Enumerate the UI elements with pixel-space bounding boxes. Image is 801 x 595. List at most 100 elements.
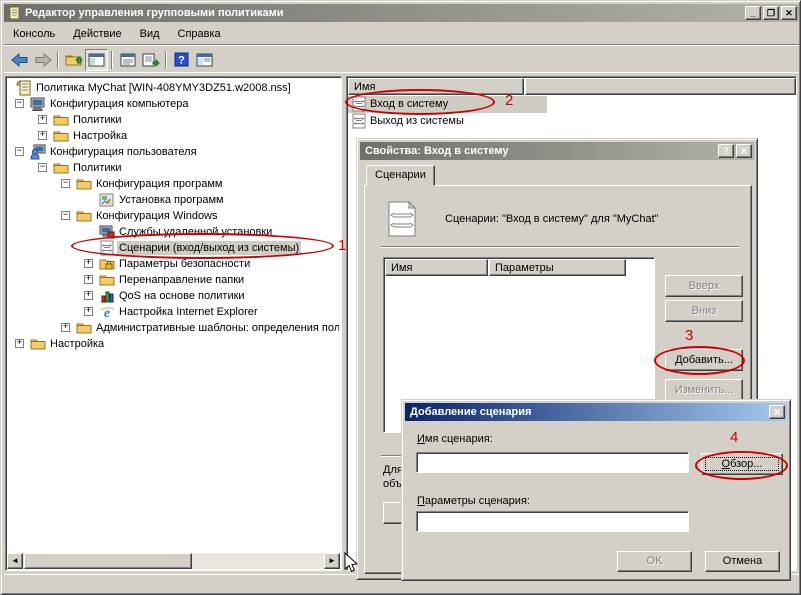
export-list-button[interactable] (139, 49, 162, 71)
properties-dialog-titlebar[interactable]: Свойства: Вход в систему ? ✕ (360, 142, 754, 160)
add-dialog-close-button[interactable]: ✕ (769, 405, 785, 419)
collapse-icon[interactable]: − (38, 163, 47, 172)
toolbar-separator (57, 51, 59, 69)
ok-button[interactable]: OK (617, 551, 692, 572)
help-icon: ? (174, 52, 189, 67)
tree-item[interactable]: Установка программ (8, 192, 339, 208)
tree-item[interactable]: +eНастройка Internet Explorer (8, 304, 339, 320)
tree-item[interactable]: Политика MyChat [WIN-408YMY3DZ51.w2008.n… (8, 80, 339, 96)
scroll-right-button[interactable]: ► (324, 553, 340, 569)
expand-icon[interactable]: + (38, 115, 47, 124)
tree-item-label[interactable]: Параметры безопасности (117, 257, 252, 271)
qos-icon (99, 288, 115, 304)
list-item-label[interactable]: Выход из системы (370, 115, 464, 127)
tree-item-label[interactable]: Настройка Internet Explorer (117, 305, 260, 319)
properties-close-button[interactable]: ✕ (736, 144, 752, 158)
tree-item[interactable]: + QoS на основе политики (8, 288, 339, 304)
tree-item-label[interactable]: Конфигурация компьютера (48, 97, 190, 111)
tab-scripts[interactable]: Сценарии (366, 165, 435, 186)
collapse-icon[interactable]: − (61, 179, 70, 188)
list-item[interactable]: Вход в систему (348, 96, 548, 113)
tree-item-label[interactable]: Службы удаленной установки (117, 225, 274, 239)
menu-help[interactable]: Справка (169, 25, 230, 43)
tree-item[interactable]: − Политики (8, 160, 339, 176)
cancel-button[interactable]: Отмена (705, 551, 780, 572)
tree-horizontal-scrollbar[interactable]: ◄ ► (7, 553, 340, 569)
tree-item[interactable]: + Административные шаблоны: определения п… (8, 320, 339, 336)
expand-icon[interactable]: + (84, 275, 93, 284)
group-policy-editor-window: Редактор управления групповыми политикам… (0, 0, 801, 595)
minimize-button[interactable]: _ (745, 6, 761, 20)
tree-item[interactable]: − Конфигурация компьютера (8, 96, 339, 112)
up-button[interactable]: Вверх (665, 275, 743, 297)
tree-item[interactable]: Службы удаленной установки (8, 224, 339, 240)
tree-item-label[interactable]: Перенаправление папки (117, 273, 246, 287)
collapse-icon[interactable]: − (15, 99, 24, 108)
collapse-icon[interactable]: − (15, 147, 24, 156)
window-titlebar[interactable]: Редактор управления групповыми политикам… (4, 4, 799, 22)
computer-config-icon (30, 96, 46, 112)
close-button[interactable]: ✕ (781, 6, 797, 20)
list-item[interactable]: Выход из системы (348, 113, 548, 130)
properties-icon (120, 53, 136, 67)
script-params-input[interactable] (416, 511, 689, 532)
tree-item[interactable]: + Политики (8, 112, 339, 128)
window-title: Редактор управления групповыми политикам… (25, 7, 283, 19)
tree-item-label[interactable]: Настройка (48, 337, 106, 351)
tree-item-label[interactable]: Политики (71, 161, 124, 175)
show-hide-tree-button[interactable] (193, 49, 216, 71)
tree-item-label[interactable]: QoS на основе политики (117, 289, 247, 303)
column-header-blank[interactable] (525, 78, 796, 95)
tree-item-label[interactable]: Конфигурация программ (94, 177, 224, 191)
expand-icon[interactable]: + (84, 291, 93, 300)
tree-item[interactable]: − Конфигурация Windows (8, 208, 339, 224)
tree-item[interactable]: + Параметры безопасности (8, 256, 339, 272)
menu-view[interactable]: Вид (131, 25, 169, 43)
tree-item-label[interactable]: Политика MyChat [WIN-408YMY3DZ51.w2008.n… (34, 81, 293, 95)
edit-button[interactable]: Изменить... (665, 379, 743, 401)
browse-button[interactable]: Обзор... (701, 453, 783, 475)
forward-button[interactable] (31, 49, 54, 71)
properties-button[interactable] (116, 49, 139, 71)
tree-item-label[interactable]: Административные шаблоны: определения по… (94, 321, 339, 335)
expand-icon[interactable]: + (84, 259, 93, 268)
tree-item[interactable]: Сценарии (вход/выход из системы) (8, 240, 339, 256)
scrollbar-thumb[interactable] (24, 553, 192, 569)
tree-item-label[interactable]: Сценарии (вход/выход из системы) (117, 241, 301, 255)
context-help-button[interactable]: ? (718, 144, 734, 158)
tree-item-label[interactable]: Конфигурация пользователя (48, 145, 199, 159)
tree-item-label[interactable]: Конфигурация Windows (94, 209, 220, 223)
tree-item[interactable]: − Конфигурация пользователя (8, 144, 339, 160)
scripts-column-name[interactable]: Имя (385, 259, 488, 276)
collapse-icon[interactable]: − (61, 211, 70, 220)
tree-item[interactable]: + Настройка (8, 128, 339, 144)
tree-item-label[interactable]: Политики (71, 113, 124, 127)
menu-action[interactable]: Действие (64, 25, 130, 43)
scripts-column-params[interactable]: Параметры (489, 259, 626, 276)
expand-icon[interactable]: + (84, 307, 93, 316)
list-item-label[interactable]: Вход в систему (370, 98, 448, 110)
software-install-icon (99, 192, 115, 208)
tree-item-label[interactable]: Установка программ (117, 193, 226, 207)
expand-icon[interactable]: + (38, 131, 47, 140)
expand-icon[interactable]: + (15, 339, 24, 348)
tree-item[interactable]: − Конфигурация программ (8, 176, 339, 192)
add-button[interactable]: Добавить... (665, 349, 743, 371)
tree-item-label[interactable]: Настройка (71, 129, 129, 143)
expand-icon[interactable]: + (61, 323, 70, 332)
scroll-left-button[interactable]: ◄ (7, 553, 23, 569)
script-name-input[interactable] (416, 452, 689, 473)
back-button[interactable] (8, 49, 31, 71)
tree-item[interactable]: + Настройка (8, 336, 339, 352)
menu-console[interactable]: Консоль (4, 25, 64, 43)
help-button[interactable]: ? (170, 49, 193, 71)
console-tree-button[interactable] (85, 49, 108, 71)
tree-item[interactable]: + Перенаправление папки (8, 272, 339, 288)
folder-icon (76, 320, 92, 336)
maximize-button[interactable]: ❐ (763, 6, 779, 20)
separator (381, 246, 739, 248)
add-dialog-titlebar[interactable]: Добавление сценария ✕ (405, 403, 787, 421)
column-header-name[interactable]: Имя (348, 78, 524, 95)
up-one-level-button[interactable] (62, 49, 85, 71)
down-button[interactable]: Вниз (665, 300, 743, 322)
